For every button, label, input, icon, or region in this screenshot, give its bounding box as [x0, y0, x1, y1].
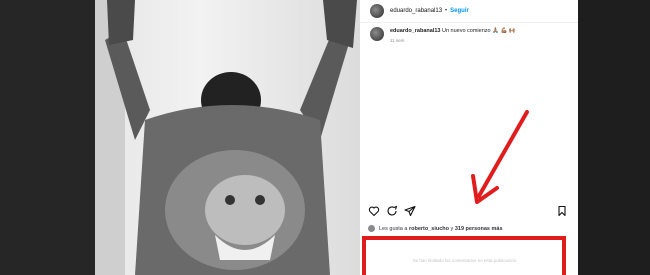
bookmark-icon[interactable]: [556, 205, 568, 217]
highlight-box: [362, 236, 566, 275]
heart-icon[interactable]: [368, 205, 380, 217]
background-left: [0, 0, 95, 275]
divider: [360, 22, 578, 23]
share-icon[interactable]: [404, 205, 416, 217]
likes-line: Les gusta a roberto_siucho y 319 persona…: [368, 225, 503, 232]
likes-prefix: Les gusta a: [379, 225, 408, 232]
likes-connector: y: [450, 225, 454, 232]
post-time: 11 sem: [390, 38, 405, 43]
avatar[interactable]: [370, 4, 384, 18]
red-arrow: [471, 110, 529, 204]
username-link[interactable]: eduardo_rabanal13: [390, 8, 442, 14]
post-photo: [95, 0, 360, 275]
follow-button[interactable]: Seguir: [450, 8, 469, 14]
background-right: [578, 0, 650, 275]
liker-username[interactable]: roberto_siucho: [409, 226, 449, 232]
likes-count[interactable]: 319 personas más: [455, 226, 503, 232]
caption-text: Un nuevo comienzo 🙏🏽 💪🏽 🙌🏽: [441, 28, 516, 34]
liker-avatar: [368, 225, 375, 232]
comment-icon[interactable]: [386, 205, 398, 217]
action-bar: [368, 205, 568, 219]
comments-limited-notice: Se han limitado los comentarios en esta …: [412, 258, 518, 263]
post-header: eduardo_rabanal13 • Seguir: [360, 0, 578, 22]
caption-username[interactable]: eduardo_rabanal13: [390, 28, 440, 34]
separator: •: [445, 8, 448, 14]
caption-avatar[interactable]: [370, 27, 384, 41]
